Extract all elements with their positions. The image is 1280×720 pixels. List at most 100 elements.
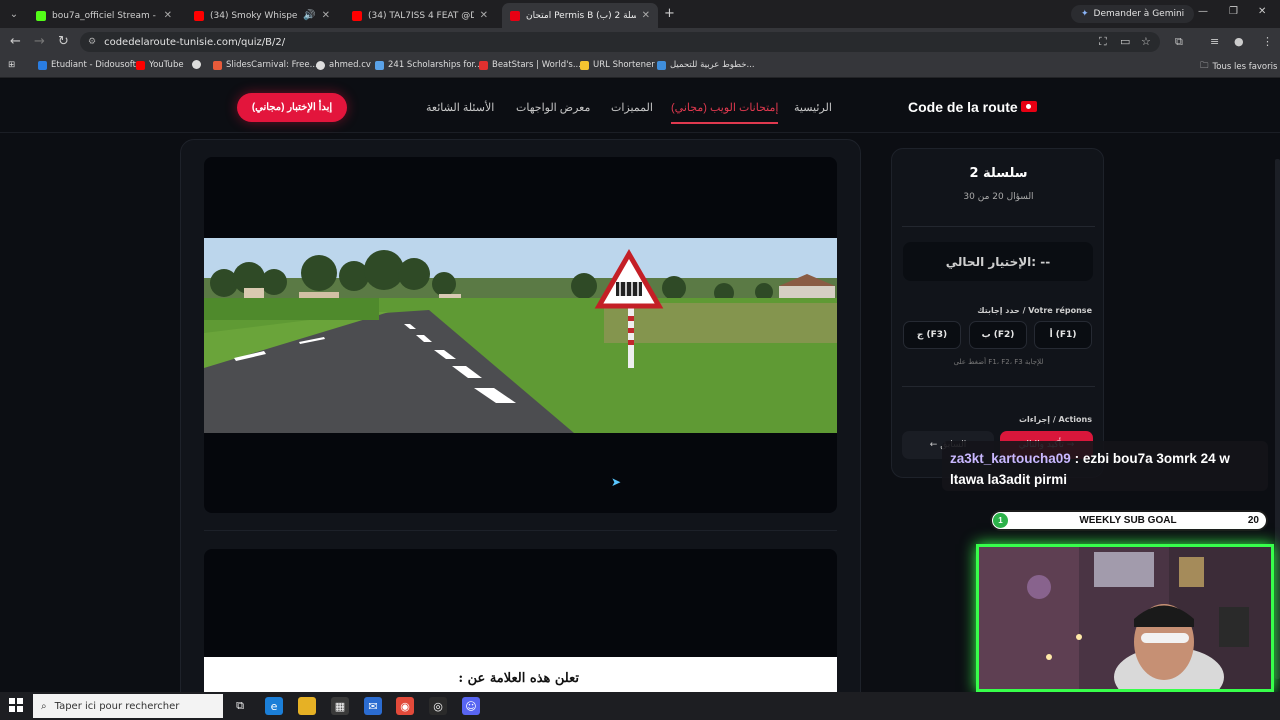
task-view-icon[interactable]: ⧉ [231, 697, 249, 715]
minimize-icon[interactable]: — [1198, 6, 1208, 17]
kick-icon [36, 10, 46, 21]
browser-toolbar: ← → ↻ ⚙ codedelaroute-tunisie.com/quiz/B… [0, 28, 1280, 56]
tab-search-icon[interactable]: ⌄ [0, 0, 28, 28]
current-choice-display: الإختيار الحالي: -- [903, 242, 1093, 281]
bookmark-url-shortener[interactable]: URL Shortener [580, 60, 655, 70]
page-scrollbar[interactable] [1275, 159, 1280, 679]
question-image-card [204, 157, 837, 513]
nav-features[interactable]: المميزات [611, 101, 653, 114]
edge-icon[interactable]: e [265, 697, 283, 715]
extensions-icon[interactable]: ⧉ [1175, 35, 1183, 49]
sub-goal-bar: 1 WEEKLY SUB GOAL 20 [990, 510, 1268, 531]
windows-taskbar: ⌕ Taper ici pour rechercher ⧉ e ▦ ✉ ◉ ◎ … [0, 692, 1280, 720]
answer-label: حدد إجابتك / Votre réponse [977, 306, 1092, 315]
tab-youtube-1[interactable]: (34) Smoky Whispers: A Lat 🔊 ✕ [186, 3, 338, 28]
restore-icon[interactable]: ❐ [1229, 6, 1238, 17]
close-icon[interactable]: ✕ [322, 10, 330, 21]
folder-icon: 🗀 [1200, 61, 1209, 71]
bookmark-beatstars[interactable]: BeatStars | World's... [479, 60, 581, 70]
close-window-icon[interactable]: ✕ [1258, 6, 1266, 17]
sub-goal-current: 1 [993, 513, 1008, 528]
tab-youtube-2[interactable]: (34) TAL7ISS 4 FEAT @Dahmaa ✕ [344, 3, 496, 28]
tab-quiz-active[interactable]: امتحان Permis B (ب) سلسلة 2 - ✕ [502, 3, 658, 28]
mouse-pointer-icon: ➤ [611, 475, 622, 489]
discord-icon[interactable]: ☺ [462, 697, 480, 715]
bookmark-ahmed-cv[interactable]: ahmed.cv [316, 60, 371, 70]
site-info-icon[interactable]: ⚙ [88, 37, 96, 47]
back-icon[interactable]: ← [10, 34, 21, 49]
reading-list-icon[interactable]: ≡ [1210, 35, 1219, 48]
stream-chat-message: za3kt_kartoucha09 : ezbi bou7a 3omrk 24 … [942, 441, 1268, 491]
bookmark-star-icon[interactable]: ☆ [1141, 35, 1151, 48]
answer-c-button[interactable]: ج (F3) [903, 321, 961, 349]
youtube-icon [352, 10, 362, 21]
webcam-image [979, 547, 1271, 689]
bookmark-icon [375, 60, 384, 70]
tunisia-flag-icon [510, 10, 520, 21]
bookmark-icon [38, 60, 47, 70]
bookmark-icon [213, 60, 222, 70]
translate-icon[interactable]: ⛶ [1099, 35, 1107, 49]
mail-icon[interactable]: ✉ [364, 697, 382, 715]
bookmark-icon [479, 60, 488, 70]
actions-label: إجراءات / Actions [1018, 415, 1092, 424]
bookmark-slidescarnival[interactable]: SlidesCarnival: Free... [213, 60, 318, 70]
close-icon[interactable]: ✕ [480, 10, 488, 21]
divider [902, 226, 1095, 227]
nav-faq[interactable]: الأسئلة الشائعة [426, 101, 494, 114]
close-icon[interactable]: ✕ [164, 10, 172, 21]
chrome-icon[interactable]: ◉ [396, 697, 414, 715]
nav-interfaces[interactable]: معرض الواجهات [516, 101, 590, 114]
reload-icon[interactable]: ↻ [58, 34, 69, 49]
answer-panel: سلسلة 2 السؤال 20 من 30 الإختيار الحالي:… [891, 148, 1104, 478]
site-logo[interactable]: Code de la route [908, 99, 1018, 115]
bookmark-didousoft[interactable]: Etudiant - Didousoft [38, 60, 136, 70]
windows-start-icon[interactable] [9, 698, 23, 712]
start-test-button[interactable]: إبدأ الإختبار (مجاني) [237, 93, 347, 122]
speaker-icon[interactable]: 🔊 [303, 10, 315, 21]
search-icon: ⌕ [41, 700, 47, 712]
new-tab-button[interactable]: + [664, 6, 675, 21]
question-counter: السؤال 20 من 30 [963, 192, 1034, 202]
bookmark-youtube[interactable]: YouTube [136, 60, 184, 70]
tab-kick-stream[interactable]: bou7a_officiel Stream - Watch l ✕ [28, 3, 180, 28]
youtube-icon [194, 10, 204, 21]
series-title: سلسلة 2 [969, 166, 1028, 181]
bookmark-scholarships[interactable]: 241 Scholarships for... [375, 60, 482, 70]
sub-goal-target: 20 [1247, 515, 1259, 526]
url-text: codedelaroute-tunisie.com/quiz/B/2/ [104, 36, 286, 48]
forward-icon[interactable]: → [34, 34, 45, 49]
cast-icon[interactable]: ▭ [1120, 35, 1130, 48]
question-text: تعلن هذه العلامة عن : [458, 671, 579, 686]
youtube-icon [136, 60, 145, 70]
profile-avatar-icon[interactable]: ● [1234, 35, 1244, 48]
answer-b-button[interactable]: ب (F2) [969, 321, 1027, 349]
tunisia-flag-icon [1021, 101, 1037, 112]
globe-icon [192, 60, 201, 69]
bookmark-unnamed[interactable] [192, 60, 201, 69]
gemini-button[interactable]: ✦ Demander à Gemini [1071, 5, 1195, 23]
apps-icon[interactable]: ⊞ [8, 60, 15, 70]
store-icon[interactable]: ▦ [331, 697, 349, 715]
tab-strip: ⌄ bou7a_officiel Stream - Watch l ✕ (34)… [0, 0, 1280, 28]
folder-icon [580, 60, 589, 70]
taskbar-search-placeholder: Taper ici pour rechercher [54, 700, 180, 712]
bookmark-arabic-fonts[interactable]: خطوط عربية للتحميل... [657, 60, 755, 70]
globe-icon [316, 60, 325, 70]
gemini-icon: ✦ [1081, 9, 1089, 19]
sub-goal-title: WEEKLY SUB GOAL [1079, 515, 1177, 526]
menu-icon[interactable]: ⋮ [1262, 35, 1273, 48]
obs-icon[interactable]: ◎ [429, 697, 447, 715]
nav-home[interactable]: الرئيسية [794, 101, 832, 114]
question-text-card: تعلن هذه العلامة عن : [204, 549, 837, 692]
file-explorer-icon[interactable] [298, 697, 316, 715]
divider [204, 530, 837, 531]
all-favorites-folder[interactable]: 🗀 Tous les favoris [1200, 60, 1277, 74]
close-icon[interactable]: ✕ [642, 10, 650, 21]
site-header: Code de la route الرئيسية إمتحانات الويب… [0, 79, 1280, 133]
address-bar[interactable]: ⚙ codedelaroute-tunisie.com/quiz/B/2/ [80, 32, 1160, 52]
divider [902, 386, 1095, 387]
nav-web-exams[interactable]: إمتحانات الويب (مجاني) [671, 101, 779, 124]
taskbar-search[interactable]: ⌕ Taper ici pour rechercher [33, 694, 223, 718]
answer-a-button[interactable]: أ (F1) [1034, 321, 1092, 349]
